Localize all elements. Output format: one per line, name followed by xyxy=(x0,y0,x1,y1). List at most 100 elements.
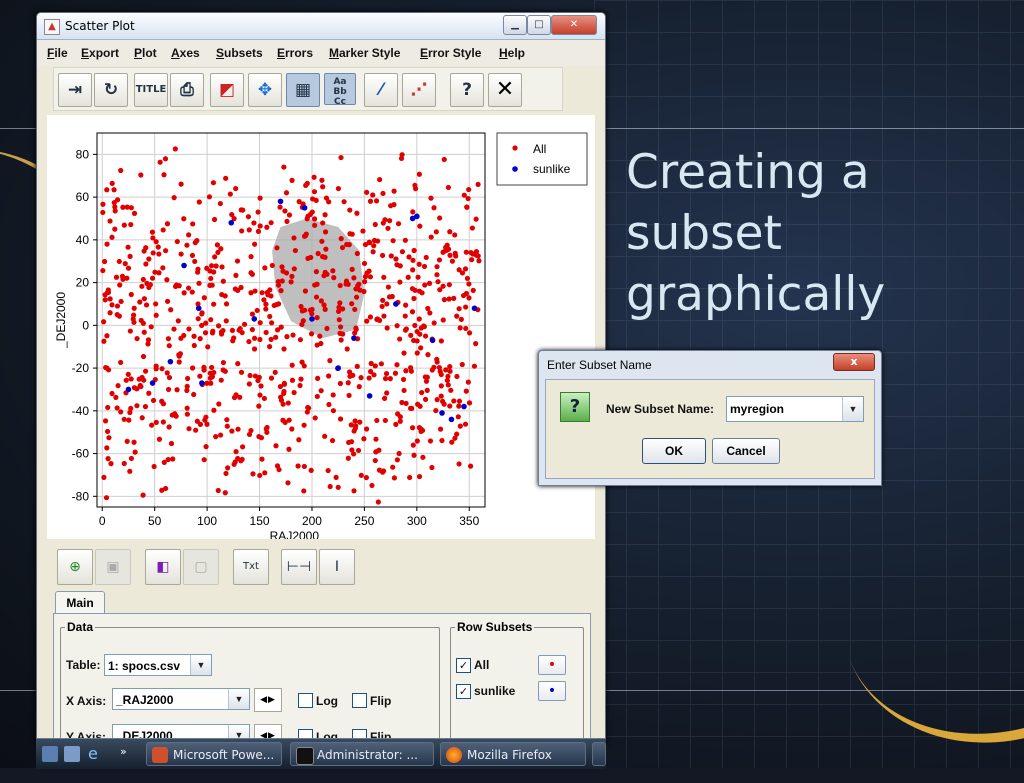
data-point-all xyxy=(215,487,221,494)
save-plot-icon[interactable]: ⇥ xyxy=(58,73,92,107)
taskbar-item-overflow[interactable] xyxy=(592,742,606,766)
data-point-all xyxy=(384,325,390,331)
x-flip-checkbox[interactable] xyxy=(352,693,367,708)
more-quicklaunch-icon[interactable]: » xyxy=(120,746,136,762)
data-point-all xyxy=(311,216,318,222)
data-point-all xyxy=(143,261,149,267)
x-axis-value: _RAJ2000 xyxy=(116,693,174,707)
cancel-button[interactable]: Cancel xyxy=(712,438,780,464)
menu-errors[interactable]: Errors xyxy=(277,46,313,60)
data-point-all xyxy=(124,204,130,210)
scatter-chart[interactable]: 0 50 100 150 200 250 300 350 -80 -60 -40 -20 0 20 40 60… xyxy=(47,115,595,543)
menu-marker-style[interactable]: Marker Style xyxy=(329,46,400,60)
data-point-all xyxy=(431,320,437,326)
antialias-icon[interactable]: Aa Bb Cc xyxy=(324,73,356,107)
menu-export[interactable]: Export xyxy=(81,46,119,60)
data-point-all xyxy=(283,270,290,276)
tab-main[interactable]: Main xyxy=(55,591,105,614)
window-titlebar[interactable]: ▲ Scatter Plot ▁ □ ✕ xyxy=(37,13,605,40)
pan-zoom-icon[interactable]: ✥ xyxy=(248,73,282,107)
dialog-body: ? New Subset Name: myregion ▼ OK Cancel xyxy=(545,379,875,479)
data-point-all xyxy=(403,400,409,407)
data-point-all xyxy=(237,326,243,332)
data-point-all xyxy=(375,499,381,505)
subset-all-checkbox[interactable]: ✓ xyxy=(456,658,471,673)
data-point-all xyxy=(352,418,358,424)
menu-axes[interactable]: Axes xyxy=(171,46,200,60)
vertical-ruler-icon[interactable]: I xyxy=(319,549,355,585)
data-point-all xyxy=(128,221,134,228)
data-point-all xyxy=(150,250,156,256)
x-log-checkbox[interactable] xyxy=(298,693,313,708)
data-point-all xyxy=(273,334,279,340)
x-axis-step-arrows[interactable]: ◀▶ xyxy=(254,688,282,712)
text-label-icon[interactable]: Txt xyxy=(233,549,269,585)
data-point-all xyxy=(361,288,367,295)
data-point-all xyxy=(184,411,190,417)
grid-toggle-icon[interactable]: ▦ xyxy=(286,73,320,107)
horizontal-ruler-icon[interactable]: ⊢⊣ xyxy=(281,549,317,585)
internet-explorer-icon[interactable]: e xyxy=(88,746,104,762)
data-point-all xyxy=(434,264,440,270)
data-point-sunlike xyxy=(309,316,315,322)
data-point-all xyxy=(125,371,131,377)
data-point-all xyxy=(456,267,462,273)
data-point-all xyxy=(251,335,258,341)
subset-all-style-button[interactable]: • xyxy=(538,655,566,675)
data-point-all xyxy=(469,257,475,263)
taskbar-item[interactable]: Microsoft Powe... xyxy=(146,742,282,766)
menu-file[interactable]: File xyxy=(47,46,68,60)
help-icon[interactable]: ? xyxy=(450,73,484,107)
data-point-all xyxy=(395,221,402,227)
export-image-icon[interactable]: ◩ xyxy=(210,73,244,107)
chevron-down-icon[interactable]: ▼ xyxy=(228,689,249,709)
menu-subsets[interactable]: Subsets xyxy=(216,46,263,60)
data-point-all xyxy=(196,280,202,286)
data-point-all xyxy=(261,297,267,303)
taskbar-item[interactable]: Administrator: ... xyxy=(290,742,434,766)
chevron-down-icon[interactable]: ▼ xyxy=(190,655,211,675)
menu-plot[interactable]: Plot xyxy=(134,46,157,60)
print-icon[interactable]: ⎙ xyxy=(170,73,204,107)
fit-line-icon[interactable]: ⁄ xyxy=(364,73,398,107)
x-axis-select[interactable]: _RAJ2000 ▼ xyxy=(112,688,250,710)
y-tick-label: -20 xyxy=(72,361,90,375)
menu-help[interactable]: Help xyxy=(499,46,525,60)
new-subset-icon[interactable]: ⊕ xyxy=(57,549,93,585)
chevron-down-icon[interactable]: ▼ xyxy=(842,397,863,421)
data-point-all xyxy=(213,434,219,440)
subset-region-icon[interactable]: ⋰ xyxy=(402,73,436,107)
data-point-all xyxy=(433,407,439,414)
subset-sunlike-checkbox[interactable]: ✓ xyxy=(456,684,471,699)
data-point-all xyxy=(118,167,124,174)
data-point-all xyxy=(177,351,183,357)
data-point-all xyxy=(327,358,333,364)
maximize-button[interactable]: □ xyxy=(527,15,551,35)
data-point-all xyxy=(204,421,210,427)
data-point-all xyxy=(422,374,428,380)
new-color-map-icon[interactable]: ◧ xyxy=(145,549,181,585)
data-point-all xyxy=(111,187,117,193)
data-point-all xyxy=(178,335,184,341)
data-point-all xyxy=(269,320,275,326)
data-point-all xyxy=(387,376,393,382)
taskbar-item[interactable]: Mozilla Firefox xyxy=(440,742,586,766)
data-point-all xyxy=(297,382,303,389)
close-window-button[interactable]: ✕ xyxy=(551,15,597,35)
close-icon[interactable]: ✕ xyxy=(488,73,522,107)
show-desktop-icon[interactable] xyxy=(42,746,58,762)
subset-name-input[interactable]: myregion ▼ xyxy=(726,396,864,422)
minimize-button[interactable]: ▁ xyxy=(503,15,527,35)
ok-button[interactable]: OK xyxy=(642,438,706,464)
table-select[interactable]: 1: spocs.csv ▼ xyxy=(104,654,212,676)
dialog-close-button[interactable]: x xyxy=(833,353,875,371)
menu-error-style[interactable]: Error Style xyxy=(420,46,481,60)
data-point-all xyxy=(374,417,380,424)
subset-sunlike-style-button[interactable]: • xyxy=(538,681,566,701)
data-point-all xyxy=(362,241,369,248)
switch-windows-icon[interactable] xyxy=(64,746,80,762)
replot-icon[interactable]: ↻ xyxy=(94,73,128,107)
data-point-all xyxy=(109,180,115,186)
axis-labels-icon[interactable]: TITLE xyxy=(134,73,168,107)
data-point-all xyxy=(131,305,137,311)
